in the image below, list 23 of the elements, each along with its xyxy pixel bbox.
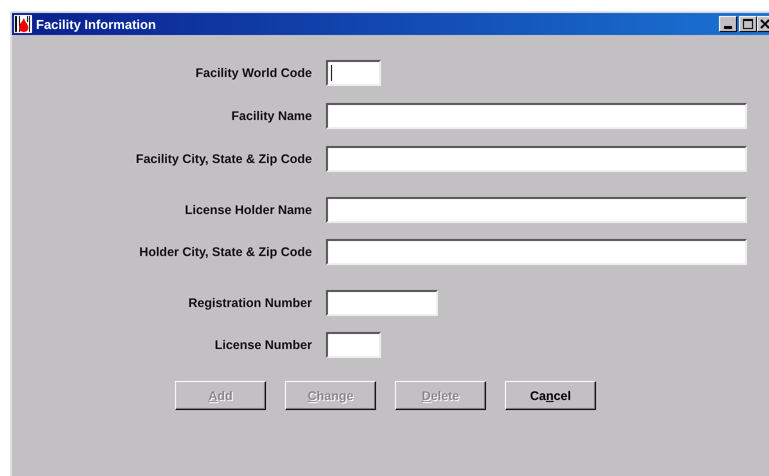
- input-field[interactable]: [326, 332, 381, 358]
- maximize-icon: [743, 19, 753, 29]
- close-icon: [760, 19, 769, 29]
- maximize-button[interactable]: [739, 16, 757, 32]
- input-field[interactable]: [326, 239, 747, 265]
- window-title: Facility Information: [36, 16, 157, 32]
- field-label: Facility City, State & Zip Code: [134, 152, 312, 166]
- dialog-button[interactable]: Cancel: [505, 381, 596, 410]
- field-label: License Holder Name: [184, 203, 312, 217]
- field-label: Registration Number: [187, 296, 312, 310]
- input-field[interactable]: [326, 146, 747, 172]
- field-label: Holder City, State & Zip Code: [138, 245, 312, 259]
- minimize-button[interactable]: [719, 16, 737, 32]
- input-field[interactable]: [326, 60, 381, 86]
- close-button[interactable]: [757, 16, 769, 32]
- input-field[interactable]: [326, 103, 747, 129]
- field-label: Facility World Code: [194, 66, 312, 80]
- field-label: Facility Name: [230, 109, 312, 123]
- minimize-icon: [724, 26, 732, 29]
- field-label: License Number: [214, 338, 312, 352]
- app-icon: [14, 15, 32, 33]
- input-field[interactable]: [326, 290, 438, 316]
- input-field[interactable]: [326, 197, 747, 223]
